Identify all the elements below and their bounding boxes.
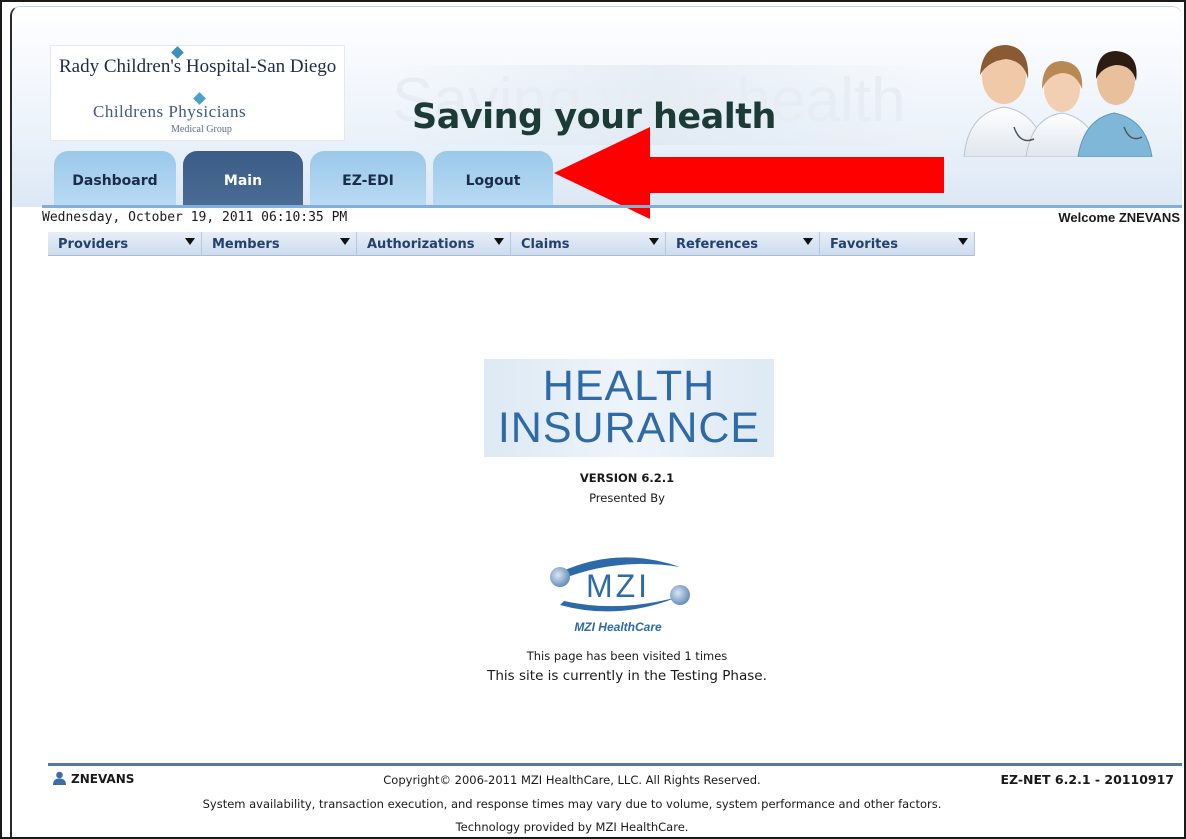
mzi-globe-icon: MZI: [550, 557, 690, 612]
tab-dashboard[interactable]: Dashboard: [54, 151, 176, 205]
hospital-logo[interactable]: Rady Children's Hospital-San Diego Child…: [50, 45, 345, 141]
tab-main[interactable]: Main: [183, 151, 303, 205]
product-title-line2: INSURANCE: [497, 404, 761, 452]
menu-claims[interactable]: Claims: [511, 232, 666, 256]
menu-favorites[interactable]: Favorites: [820, 232, 975, 256]
header-divider: [42, 205, 1182, 208]
copyright: Copyright© 2006-2011 MZI HealthCare, LLC…: [383, 773, 761, 787]
menu-members[interactable]: Members: [202, 232, 357, 256]
menu-authorizations[interactable]: Authorizations: [357, 232, 511, 256]
testing-phase-notice: This site is currently in the Testing Ph…: [487, 668, 767, 684]
footer-username: ZNEVANS: [71, 772, 135, 786]
menu-references[interactable]: References: [666, 232, 820, 256]
footer-user: ZNEVANS: [52, 771, 134, 786]
dropdown-caret-icon: [185, 238, 195, 245]
dropdown-caret-icon: [340, 238, 350, 245]
build-version: EZ-NET 6.2.1 - 20110917: [1000, 772, 1174, 787]
mzi-caption: MZI HealthCare: [574, 620, 662, 634]
dropdown-caret-icon: [958, 238, 968, 245]
menu-label: Authorizations: [367, 237, 475, 252]
health-insurance-logo: HEALTH INSURANCE: [484, 359, 774, 457]
menu-label: Claims: [521, 237, 570, 252]
mzi-logo-text: MZI: [586, 568, 650, 604]
technology-credit: Technology provided by MZI HealthCare.: [455, 820, 689, 834]
menu-label: References: [676, 237, 759, 252]
current-datetime: Wednesday, October 19, 2011 06:10:35 PM: [42, 210, 348, 225]
status-bar: Wednesday, October 19, 2011 06:10:35 PM …: [42, 209, 1182, 227]
browser-frame: Rady Children's Hospital-San Diego Child…: [0, 0, 1186, 839]
menu-label: Providers: [58, 237, 129, 252]
visit-counter: This page has been visited 1 times: [526, 649, 728, 663]
footer-divider: [48, 763, 1182, 766]
presented-by-label: Presented By: [589, 491, 665, 505]
dropdown-caret-icon: [494, 238, 504, 245]
logo-group-subtitle: Medical Group: [171, 124, 232, 135]
availability-disclaimer: System availability, transaction executi…: [202, 797, 942, 811]
dropdown-caret-icon: [649, 238, 659, 245]
app-window: Rady Children's Hospital-San Diego Child…: [10, 6, 1182, 837]
logo-hospital-name: Rady Children's Hospital-San Diego: [59, 56, 337, 77]
user-icon: [53, 771, 66, 785]
dropdown-caret-icon: [803, 238, 813, 245]
doctors-illustration: [963, 45, 1153, 157]
menu-providers[interactable]: Providers: [48, 232, 202, 256]
menu-label: Favorites: [830, 237, 898, 252]
menu-label: Members: [212, 237, 280, 252]
tab-ez-edi[interactable]: EZ-EDI: [310, 151, 426, 205]
tab-logout[interactable]: Logout: [433, 151, 553, 205]
menu-bar: Providers Members Authorizations Claims …: [48, 232, 975, 256]
product-title-line1: HEALTH: [542, 362, 716, 410]
version-label: VERSION 6.2.1: [579, 471, 675, 485]
welcome-user: Welcome ZNEVANS: [1058, 210, 1180, 225]
mzi-logo[interactable]: MZI MZI HealthCare: [538, 549, 698, 639]
logo-group-name: Childrens Physicians: [93, 102, 247, 121]
